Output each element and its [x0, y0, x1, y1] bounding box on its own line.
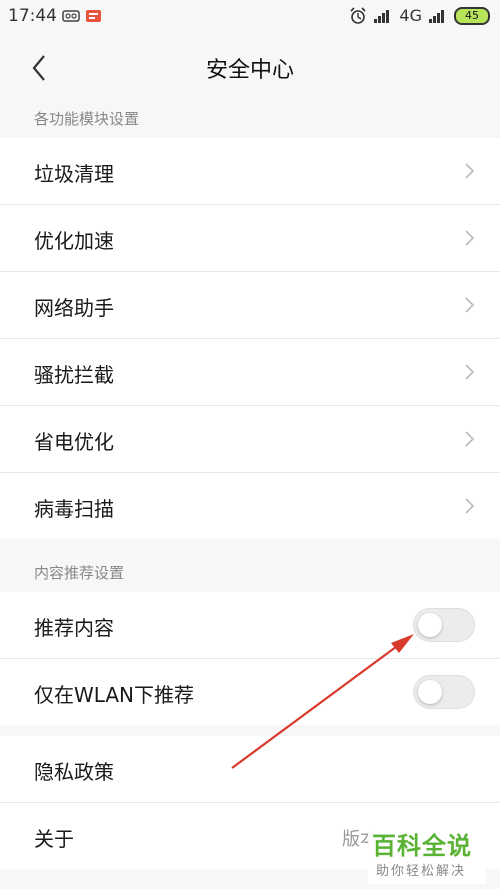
watermark: 百科全说 助你轻松解决	[368, 824, 486, 884]
watermark-title: 百科全说	[372, 832, 472, 860]
annotation-arrow	[231, 634, 414, 769]
watermark-subtitle: 助你轻松解决	[376, 864, 467, 879]
